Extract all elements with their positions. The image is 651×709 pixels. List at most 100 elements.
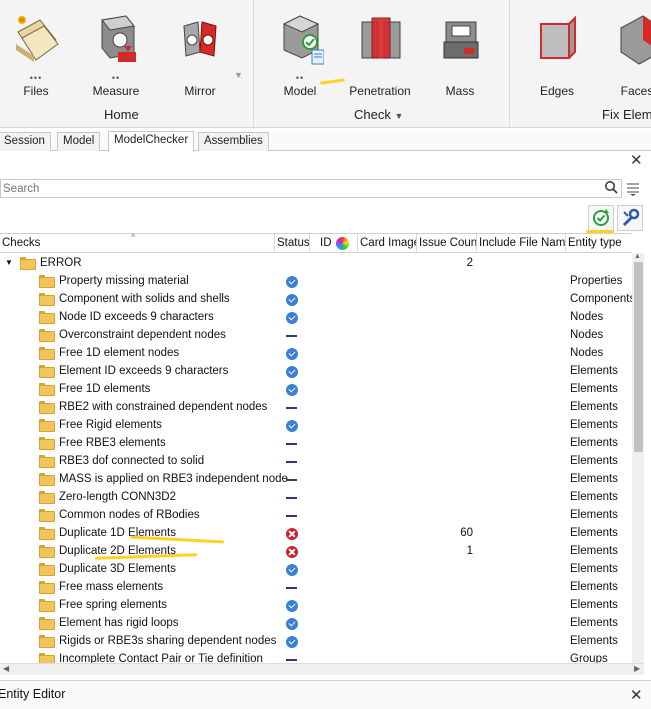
tab-assemblies[interactable]: Assemblies — [198, 132, 269, 151]
entity-type: Elements — [570, 509, 618, 521]
mirror-button[interactable]: Mirror — [165, 4, 235, 98]
folder-icon — [39, 455, 55, 468]
status-not-applicable-icon — [286, 497, 297, 499]
folder-icon — [20, 257, 36, 270]
entity-type: Elements — [570, 635, 618, 647]
scrollbar-thumb[interactable] — [634, 262, 643, 452]
fix-tool-button[interactable] — [617, 205, 643, 231]
issue-count: 1 — [466, 545, 473, 557]
files-button[interactable]: ✹ ••• Files — [1, 4, 71, 98]
col-issue-count[interactable]: Issue Count — [417, 234, 477, 253]
entity-type: Components — [570, 293, 632, 305]
run-check-button[interactable] — [588, 205, 614, 231]
status-passed-icon — [286, 600, 298, 612]
tab-model[interactable]: Model — [57, 132, 101, 151]
check-name: Overconstraint dependent nodes — [59, 329, 226, 341]
entity-type: Properties — [570, 275, 623, 287]
check-row[interactable]: Free Rigid elements Elements — [0, 416, 632, 434]
folder-icon — [39, 419, 55, 432]
edges-button[interactable]: Edges — [522, 4, 592, 98]
check-row[interactable]: Free 1D elements Elements — [0, 380, 632, 398]
check-row[interactable]: Common nodes of RBodies Elements — [0, 506, 632, 524]
sort-asc-icon: ^ — [131, 234, 136, 242]
status-passed-icon — [286, 312, 298, 324]
check-row[interactable]: Overconstraint dependent nodes Nodes — [0, 326, 632, 344]
check-row[interactable]: Incomplete Contact Pair or Tie definitio… — [0, 650, 632, 663]
scroll-right-icon[interactable]: ▶ — [634, 664, 640, 673]
check-row[interactable]: Element has rigid loops Elements — [0, 614, 632, 632]
check-row[interactable]: Component with solids and shells Componen… — [0, 290, 632, 308]
status-passed-icon — [286, 294, 298, 306]
scroll-up-icon[interactable]: ▲ — [634, 253, 641, 260]
check-row[interactable]: RBE3 dof connected to solid Elements — [0, 452, 632, 470]
tree-root-label: ERROR — [40, 257, 82, 269]
tree-root-error[interactable]: ▼ ERROR 2 — [0, 254, 632, 272]
penetration-button[interactable]: Penetration — [345, 4, 415, 98]
check-row[interactable]: RBE2 with constrained dependent nodes Ele… — [0, 398, 632, 416]
check-row[interactable]: Free spring elements Elements — [0, 596, 632, 614]
faces-label: Faces — [620, 84, 651, 98]
status-failed-icon — [286, 528, 298, 540]
files-icon: ✹ — [14, 12, 60, 66]
folder-icon — [39, 635, 55, 648]
check-row[interactable]: Property missing material Properties — [0, 272, 632, 290]
check-row[interactable]: Zero-length CONN3D2 Elements — [0, 488, 632, 506]
close-icon[interactable]: ✕ — [630, 153, 644, 168]
check-row[interactable]: Free RBE3 elements Elements — [0, 434, 632, 452]
col-checks[interactable]: Checks ^ — [0, 234, 275, 253]
folder-icon — [39, 329, 55, 342]
status-passed-icon — [286, 618, 298, 630]
status-not-applicable-icon — [286, 587, 297, 589]
horizontal-scrollbar[interactable]: ◀ ▶ — [0, 663, 644, 675]
check-row[interactable]: MASS is applied on RBE3 independent node… — [0, 470, 632, 488]
check-row[interactable]: Duplicate 1D Elements 60 Elements — [0, 524, 632, 542]
table-header: Checks ^ Status ID Card Image Issue Count… — [0, 233, 632, 253]
col-entity-type[interactable]: Entity type — [566, 234, 632, 253]
search-icon[interactable] — [604, 180, 618, 194]
entity-type: Nodes — [570, 311, 604, 323]
col-status[interactable]: Status — [275, 234, 310, 253]
col-card-image[interactable]: Card Image — [358, 234, 417, 253]
faces-button[interactable]: Faces — [602, 4, 651, 98]
check-name: Rigids or RBE3s sharing dependent nodes — [59, 635, 277, 647]
check-row[interactable]: Free mass elements Elements — [0, 578, 632, 596]
check-row[interactable]: Rigids or RBE3s sharing dependent nodes E… — [0, 632, 632, 650]
search-input[interactable] — [1, 180, 581, 197]
edges-label: Edges — [539, 84, 575, 98]
col-id[interactable]: ID — [310, 234, 358, 253]
home-group-dropdown-icon[interactable]: ▼ — [234, 70, 243, 80]
entity-type: Elements — [570, 563, 618, 575]
browser-tabs: Session Model ModelChecker Assemblies — [0, 131, 651, 152]
status-passed-icon — [286, 564, 298, 576]
mirror-icon — [178, 12, 224, 66]
entity-type: Elements — [570, 545, 618, 557]
list-options-icon[interactable] — [626, 180, 640, 196]
mass-scale-icon — [438, 12, 484, 66]
measure-button[interactable]: •• Measure — [81, 4, 151, 98]
folder-icon — [39, 365, 55, 378]
scroll-left-icon[interactable]: ◀ — [3, 664, 9, 673]
tab-session[interactable]: Session — [0, 132, 51, 151]
refresh-check-icon — [593, 209, 609, 226]
col-include-file[interactable]: Include File Name — [477, 234, 566, 253]
check-row[interactable]: Duplicate 3D Elements Elements — [0, 560, 632, 578]
check-row[interactable]: Free 1D element nodes Nodes — [0, 344, 632, 362]
check-name: Element ID exceeds 9 characters — [59, 365, 229, 377]
mass-button[interactable]: Mass — [425, 4, 495, 98]
entity-type: Elements — [570, 419, 618, 431]
folder-icon — [39, 311, 55, 324]
tab-modelchecker[interactable]: ModelChecker — [108, 131, 195, 152]
status-not-applicable-icon — [286, 443, 297, 445]
check-name: Free 1D element nodes — [59, 347, 180, 359]
color-wheel-icon — [336, 237, 349, 250]
collapse-arrow-icon[interactable]: ▼ — [5, 254, 13, 272]
check-row[interactable]: Element ID exceeds 9 characters Elements — [0, 362, 632, 380]
check-row[interactable]: Node ID exceeds 9 characters Nodes — [0, 308, 632, 326]
entity-editor-title: Entity Editor — [0, 687, 66, 701]
penetration-icon — [358, 12, 404, 66]
edges-icon — [535, 12, 581, 66]
close-icon[interactable]: ✕ — [630, 686, 643, 704]
folder-icon — [39, 509, 55, 522]
check-group-label[interactable]: Check ▼ — [354, 107, 403, 122]
status-passed-icon — [286, 366, 298, 378]
